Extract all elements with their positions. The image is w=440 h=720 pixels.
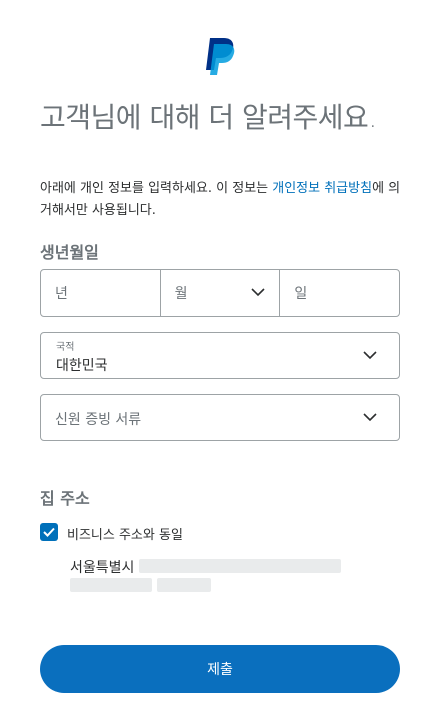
same-as-business-checkbox[interactable] bbox=[40, 523, 58, 541]
year-placeholder: 년 bbox=[55, 286, 68, 302]
dob-row: 년 월 일 bbox=[40, 269, 400, 317]
redacted-address-line bbox=[139, 559, 341, 573]
chevron-down-icon bbox=[363, 412, 377, 421]
year-input[interactable]: 년 bbox=[41, 270, 160, 316]
nationality-value: 대한민국 bbox=[56, 358, 108, 374]
month-select[interactable]: 월 bbox=[159, 270, 280, 316]
dob-title: 생년월일 bbox=[40, 243, 99, 262]
nationality-label: 국적 bbox=[56, 342, 75, 353]
redacted-address-line bbox=[70, 578, 152, 592]
same-as-business-label[interactable]: 비즈니스 주소와 동일 bbox=[67, 524, 183, 543]
chevron-down-icon bbox=[363, 350, 377, 359]
privacy-policy-link[interactable]: 개인정보 취급방침 bbox=[272, 181, 372, 196]
redacted-address-line bbox=[157, 578, 211, 592]
id-document-placeholder: 신원 증빙 서류 bbox=[55, 412, 142, 428]
page-title: 고객님에 대해 더 알려주세요. bbox=[40, 101, 377, 134]
month-placeholder: 월 bbox=[174, 286, 188, 302]
intro-text: 아래에 개인 정보를 입력하세요. 이 정보는 개인정보 취급방침에 의거해서만… bbox=[40, 178, 402, 222]
home-address-title: 집 주소 bbox=[40, 489, 90, 508]
day-input[interactable]: 일 bbox=[279, 270, 399, 316]
chevron-down-icon bbox=[251, 288, 265, 297]
submit-button[interactable]: 제출 bbox=[40, 645, 400, 693]
check-icon bbox=[43, 527, 55, 537]
day-placeholder: 일 bbox=[294, 286, 308, 302]
intro-text-before: 아래에 개인 정보를 입력하세요. 이 정보는 bbox=[40, 181, 273, 196]
address-city: 서울특별시 bbox=[70, 560, 135, 576]
nationality-select[interactable]: 국적 대한민국 bbox=[40, 332, 400, 379]
id-document-select[interactable]: 신원 증빙 서류 bbox=[40, 394, 400, 441]
paypal-logo-icon bbox=[202, 36, 238, 76]
